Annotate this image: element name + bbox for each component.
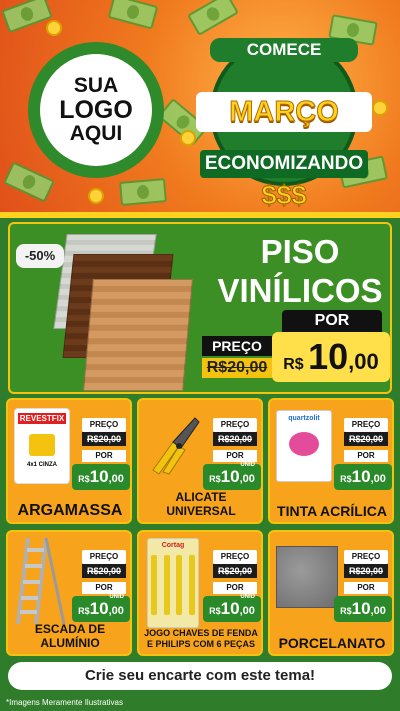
- money-bill-icon: [1, 0, 53, 34]
- disclaimer-text: *Imagens Meramente Ilustrativas: [6, 698, 123, 707]
- preco-label: PREÇO: [213, 418, 257, 432]
- featured-title-line1: PISO: [260, 233, 340, 270]
- hero-banner: SUA LOGO AQUI COMECE MARÇO ECONOMIZANDO …: [0, 0, 400, 212]
- chaves-brand: Cortag: [161, 542, 185, 549]
- unit-label: UNID: [240, 594, 255, 600]
- coin-icon: [46, 20, 62, 36]
- preco-label: PREÇO: [213, 550, 257, 564]
- new-price: R$10,00: [334, 596, 392, 622]
- preco-label: PREÇO: [82, 550, 126, 564]
- featured-price-int: 10: [308, 336, 349, 377]
- product-card-argamassa[interactable]: REVESTFIX 4x1 CINZA PREÇO R$20,00 POR R$…: [6, 398, 132, 524]
- featured-price-dec: ,00: [348, 349, 379, 374]
- floor-tile-light: [83, 279, 193, 391]
- product-name: ESCADA DE ALUMÍNIO: [34, 622, 106, 650]
- featured-preco-label: PREÇO: [202, 336, 272, 356]
- product-card-chaves[interactable]: Cortag PREÇO R$20,00 POR R$10,00 UNID JO…: [137, 530, 263, 656]
- featured-por-label: POR: [282, 310, 382, 332]
- screwdriver-set-image: Cortag: [147, 538, 199, 628]
- campaign-badge: COMECE MARÇO ECONOMIZANDO $$$: [196, 20, 372, 211]
- new-price: R$10,00: [72, 464, 130, 490]
- porcelain-tile-image: [276, 546, 338, 608]
- unit-label: UNID: [109, 594, 124, 600]
- logo-line-1: SUA: [73, 73, 119, 97]
- product-card-escada[interactable]: PREÇO R$20,00 POR R$10,00 UNID ESCADA DE…: [6, 530, 132, 656]
- badge-month-text: MARÇO: [196, 92, 372, 132]
- featured-title-line2: VINÍLICOS: [217, 272, 383, 309]
- old-price: R$20,00: [344, 564, 388, 578]
- featured-title: PISO VINÍLICOS: [210, 232, 390, 310]
- product-name: ALICATE UNIVERSAL: [166, 490, 236, 518]
- product-name: ARGAMASSA: [17, 502, 123, 519]
- por-label: POR: [82, 450, 126, 462]
- old-price: R$20,00: [344, 432, 388, 446]
- logo-placeholder: SUA LOGO AQUI: [28, 42, 164, 178]
- featured-new-price: R$ 10,00: [272, 332, 390, 382]
- badge-bottom-text: ECONOMIZANDO: [200, 150, 368, 178]
- preco-label: PREÇO: [82, 418, 126, 432]
- new-price: R$10,00: [334, 464, 392, 490]
- featured-product-card[interactable]: -50% PISO VINÍLICOS POR PREÇO R$20,00 R$…: [8, 222, 392, 394]
- coin-icon: [88, 188, 104, 204]
- logo-line-3: AQUI: [69, 122, 123, 146]
- ladder-icon: [16, 537, 66, 625]
- badge-dollar-icon: $$$: [261, 180, 307, 211]
- argamassa-bag-image: REVESTFIX 4x1 CINZA: [14, 408, 70, 484]
- pliers-icon: [152, 417, 200, 475]
- por-label: POR: [213, 450, 257, 462]
- old-price: R$20,00: [82, 564, 126, 578]
- argamassa-brand: REVESTFIX: [18, 413, 66, 424]
- logo-line-2: LOGO: [59, 95, 133, 124]
- product-card-porcelanato[interactable]: PREÇO R$20,00 POR R$10,00 PORCELANATO: [268, 530, 394, 656]
- money-bill-icon: [119, 178, 167, 206]
- product-name: PORCELANATO: [278, 635, 386, 651]
- por-label: POR: [344, 450, 388, 462]
- featured-old-price: R$20,00: [202, 358, 272, 378]
- cta-banner[interactable]: Crie seu encarte com este tema!: [8, 662, 392, 690]
- hero-divider: [0, 212, 400, 218]
- coin-icon: [372, 100, 388, 116]
- por-label: POR: [213, 582, 257, 594]
- coin-icon: [180, 130, 196, 146]
- featured-currency: R$: [283, 356, 304, 373]
- por-label: POR: [82, 582, 126, 594]
- old-price: R$20,00: [213, 564, 257, 578]
- money-bill-icon: [3, 161, 55, 203]
- old-price: R$20,00: [82, 432, 126, 446]
- old-price: R$20,00: [213, 432, 257, 446]
- paint-bucket-image: quartzolit: [276, 410, 332, 482]
- argamassa-sub: 4x1 CINZA: [26, 462, 57, 468]
- product-name: JOGO CHAVES DE FENDA E PHILIPS COM 6 PEÇ…: [144, 628, 258, 649]
- por-label: POR: [344, 582, 388, 594]
- money-bill-icon: [107, 0, 159, 30]
- product-card-tinta[interactable]: quartzolit PREÇO R$20,00 POR R$10,00 TIN…: [268, 398, 394, 524]
- unit-label: UNID: [240, 462, 255, 468]
- discount-badge: -50%: [16, 244, 64, 268]
- preco-label: PREÇO: [344, 418, 388, 432]
- product-name: TINTA ACRÍLICA: [277, 503, 387, 519]
- preco-label: PREÇO: [344, 550, 388, 564]
- badge-top-text: COMECE: [210, 38, 358, 62]
- product-card-alicate[interactable]: PREÇO R$20,00 POR R$10,00 UNID ALICATE U…: [137, 398, 263, 524]
- tinta-brand: quartzolit: [288, 415, 320, 422]
